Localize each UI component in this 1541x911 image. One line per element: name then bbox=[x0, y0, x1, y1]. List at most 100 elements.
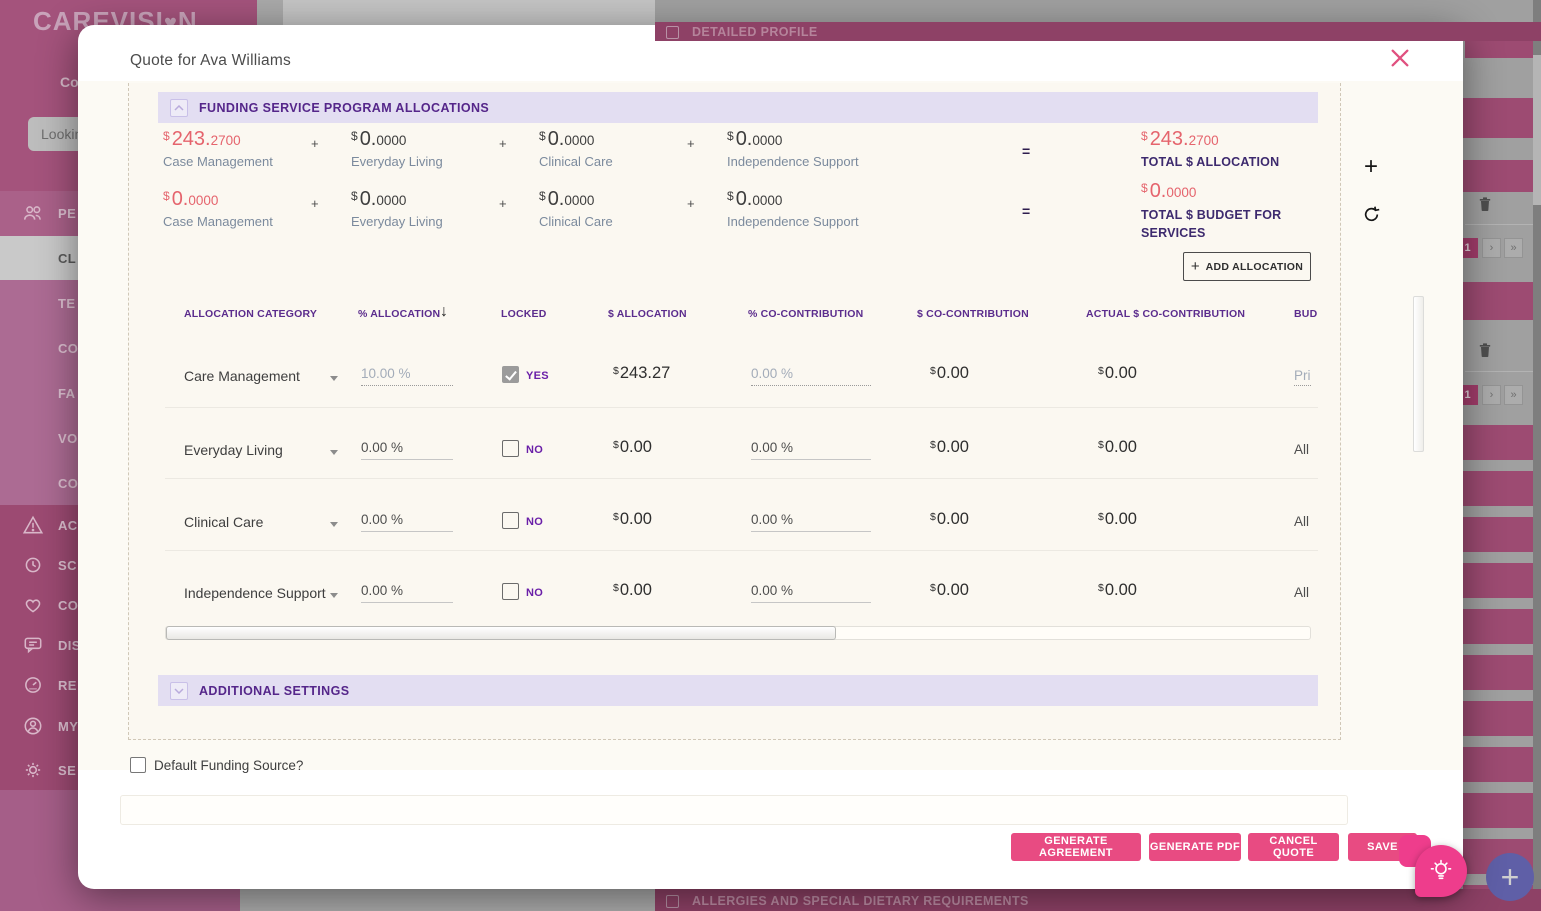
col-header-budget[interactable]: BUD bbox=[1294, 308, 1317, 320]
locked-state-label: NO bbox=[526, 516, 544, 528]
plus-icon: + bbox=[1190, 258, 1200, 275]
sidebar-heading: Co bbox=[60, 74, 79, 90]
sort-desc-icon[interactable]: ↓ bbox=[440, 303, 448, 321]
pagination-next[interactable]: › bbox=[1482, 385, 1501, 405]
col-header-co[interactable]: $ CO-CONTRIBUTION bbox=[917, 308, 1029, 320]
budget-cell[interactable]: All bbox=[1294, 514, 1309, 529]
sidebar-label[interactable]: SE bbox=[58, 763, 76, 778]
horizontal-scrollbar[interactable] bbox=[165, 626, 1311, 640]
pct-co-contribution-input[interactable] bbox=[751, 440, 871, 460]
amount-label: Independence Support bbox=[727, 154, 859, 169]
sidebar-label[interactable]: AC bbox=[58, 518, 78, 533]
trash-icon[interactable] bbox=[1477, 196, 1493, 212]
pct-co-contribution-input[interactable] bbox=[751, 512, 871, 532]
divider bbox=[1465, 224, 1535, 225]
amount-label: Clinical Care bbox=[539, 214, 613, 229]
quote-modal: Quote for Ava Williams FUNDING SERVICE P… bbox=[78, 25, 1463, 889]
plus-operator: + bbox=[311, 196, 319, 211]
locked-checkbox[interactable] bbox=[502, 440, 519, 457]
pct-co-contribution-input[interactable] bbox=[751, 366, 871, 386]
refresh-icon[interactable] bbox=[1362, 205, 1381, 224]
pct-allocation-input[interactable] bbox=[361, 512, 453, 532]
amount-case-management: $243.2700 bbox=[163, 128, 241, 150]
chevron-down-icon[interactable] bbox=[330, 593, 338, 598]
sidebar-label[interactable]: MY bbox=[58, 719, 78, 734]
bg-bar bbox=[1463, 282, 1533, 320]
horizontal-scrollbar-thumb[interactable] bbox=[166, 626, 836, 640]
default-funding-checkbox[interactable] bbox=[130, 757, 146, 773]
col-header-pct-co[interactable]: % CO-CONTRIBUTION bbox=[748, 308, 863, 320]
collapse-toggle[interactable] bbox=[170, 681, 188, 700]
screen: CAREVISI♥N Co Lookin PE CL TE CO FA VO C… bbox=[0, 0, 1541, 911]
sidebar-label[interactable]: CO bbox=[58, 598, 78, 613]
sidebar-label[interactable]: SC bbox=[58, 558, 77, 573]
sidebar-label[interactable]: FA bbox=[58, 386, 75, 401]
chevron-down-icon[interactable] bbox=[330, 376, 338, 381]
vertical-scrollbar-thumb[interactable] bbox=[1413, 296, 1424, 452]
plus-operator: + bbox=[499, 136, 507, 151]
collapsed-panel bbox=[120, 795, 1348, 825]
pagination-next[interactable]: › bbox=[1482, 238, 1501, 258]
generate-pdf-button[interactable]: GENERATE PDF bbox=[1149, 833, 1241, 861]
co-contribution-amount: $0.00 bbox=[930, 438, 969, 456]
category-select[interactable]: Independence Support bbox=[184, 585, 326, 601]
sidebar-label[interactable]: VO bbox=[58, 431, 78, 446]
pct-allocation-input[interactable] bbox=[361, 440, 453, 460]
sidebar-label[interactable]: CO bbox=[58, 476, 78, 491]
budget-cell[interactable]: All bbox=[1294, 585, 1309, 600]
equals-operator: = bbox=[1022, 143, 1031, 159]
budget-cell[interactable]: Pri bbox=[1294, 368, 1311, 386]
generate-agreement-button[interactable]: GENERATE AGREEMENT bbox=[1011, 833, 1141, 861]
collapse-toggle[interactable] bbox=[170, 98, 188, 117]
bg-section-bar-top: DETAILED PROFILE bbox=[655, 22, 1541, 41]
trash-icon[interactable] bbox=[1477, 342, 1493, 358]
divider bbox=[1465, 371, 1535, 372]
additional-settings-header: ADDITIONAL SETTINGS bbox=[158, 675, 1318, 706]
sidebar-label[interactable]: CO bbox=[58, 341, 78, 356]
add-funding-icon[interactable]: + bbox=[1364, 155, 1378, 179]
locked-state-label: NO bbox=[526, 587, 544, 599]
sidebar-label[interactable]: TE bbox=[58, 296, 75, 311]
total-allocation-label: TOTAL $ ALLOCATION bbox=[1141, 155, 1280, 169]
pct-allocation-input[interactable] bbox=[361, 366, 453, 386]
row-separator bbox=[165, 407, 1318, 408]
category-select[interactable]: Clinical Care bbox=[184, 514, 263, 530]
bg-bar bbox=[1463, 98, 1533, 138]
person-icon bbox=[24, 717, 42, 735]
cancel-quote-button[interactable]: CANCEL QUOTE bbox=[1248, 833, 1339, 861]
alloc-amount: $243.27 bbox=[613, 364, 671, 382]
page-scrollbar-thumb[interactable] bbox=[1533, 55, 1541, 205]
sidebar-label[interactable]: RE bbox=[58, 678, 77, 693]
co-contribution-amount: $0.00 bbox=[930, 581, 969, 599]
bg-section-bar-bottom: ALLERGIES AND SPECIAL DIETARY REQUIREMEN… bbox=[655, 889, 1541, 911]
pagination-last[interactable]: » bbox=[1504, 385, 1523, 405]
close-icon[interactable] bbox=[1391, 49, 1409, 67]
category-select[interactable]: Everyday Living bbox=[184, 442, 283, 458]
clock-icon bbox=[25, 557, 41, 573]
locked-checkbox-checked[interactable] bbox=[502, 366, 519, 383]
help-lightbulb-button[interactable] bbox=[1415, 845, 1467, 897]
col-header-locked[interactable]: LOCKED bbox=[501, 308, 547, 320]
col-header-alloc[interactable]: $ ALLOCATION bbox=[608, 308, 687, 320]
row-separator bbox=[165, 478, 1318, 479]
pagination-last[interactable]: » bbox=[1504, 238, 1523, 258]
pct-allocation-input[interactable] bbox=[361, 583, 453, 603]
locked-checkbox[interactable] bbox=[502, 583, 519, 600]
chevron-down-icon[interactable] bbox=[330, 450, 338, 455]
budget-cell[interactable]: All bbox=[1294, 442, 1309, 457]
locked-checkbox[interactable] bbox=[502, 512, 519, 529]
amount-label: Case Management bbox=[163, 154, 273, 169]
add-allocation-button[interactable]: + ADD ALLOCATION bbox=[1183, 252, 1311, 281]
pct-co-contribution-input[interactable] bbox=[751, 583, 871, 603]
plus-operator: + bbox=[311, 136, 319, 151]
col-header-allocation-category[interactable]: ALLOCATION CATEGORY bbox=[184, 308, 317, 320]
col-header-actual-co[interactable]: ACTUAL $ CO-CONTRIBUTION bbox=[1086, 308, 1245, 320]
col-header-pct-allocation[interactable]: % ALLOCATION bbox=[358, 308, 440, 320]
bg-strip bbox=[240, 889, 655, 911]
amount-everyday-living: $0.0000 bbox=[351, 128, 407, 150]
add-fab-button[interactable]: + bbox=[1486, 853, 1534, 901]
chevron-down-icon[interactable] bbox=[330, 522, 338, 527]
people-icon bbox=[23, 206, 41, 220]
section-title: ADDITIONAL SETTINGS bbox=[199, 683, 350, 698]
category-select[interactable]: Care Management bbox=[184, 368, 300, 384]
